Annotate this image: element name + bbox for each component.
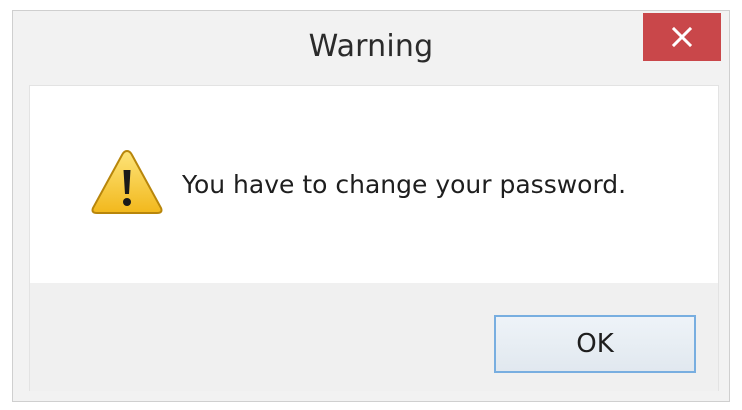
close-button[interactable] (643, 13, 721, 61)
window-title: Warning (308, 29, 434, 64)
button-bar: OK (29, 283, 719, 391)
close-icon (671, 26, 693, 48)
warning-dialog: Warning You have to change your password… (12, 10, 730, 402)
message-area: You have to change your password. (29, 85, 719, 283)
ok-button[interactable]: OK (494, 315, 696, 373)
title-bar[interactable]: Warning (13, 11, 729, 85)
warning-icon (91, 149, 163, 214)
message-text: You have to change your password. (182, 170, 627, 199)
